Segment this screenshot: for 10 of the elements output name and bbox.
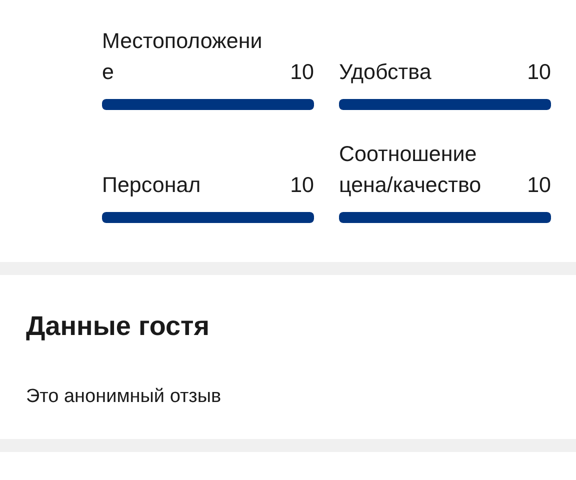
rating-label: Персонал [102, 172, 201, 199]
rating-label: Местоположение [102, 28, 264, 86]
rating-label: Удобства [339, 59, 432, 86]
rating-label: Соотношение цена/качество [339, 141, 482, 199]
rating-score: 10 [527, 59, 551, 86]
rating-score: 10 [290, 59, 314, 86]
rating-score: 10 [290, 172, 314, 199]
rating-score: 10 [527, 172, 551, 199]
section-title: Данные гостя [26, 310, 210, 343]
anonymous-review-note: Это анонимный отзыв [26, 385, 222, 409]
